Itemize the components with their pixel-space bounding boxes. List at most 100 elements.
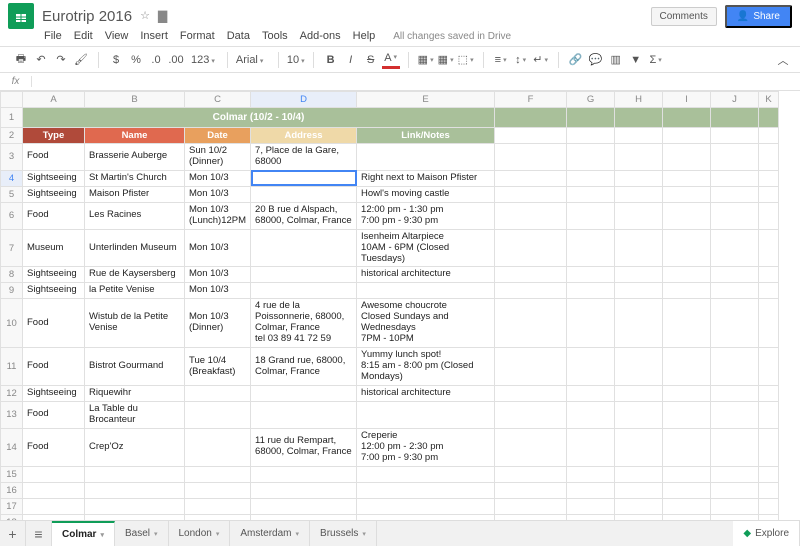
- row-header[interactable]: 10: [1, 299, 23, 348]
- cell[interactable]: [567, 128, 615, 144]
- cell[interactable]: Mon 10/3 (Lunch)12PM: [185, 202, 251, 229]
- cell[interactable]: [711, 348, 759, 386]
- cell[interactable]: Wistub de la Petite Venise: [85, 299, 185, 348]
- dec-inc-button[interactable]: .00: [167, 51, 185, 69]
- star-icon[interactable]: ☆: [140, 9, 150, 23]
- cell[interactable]: [663, 202, 711, 229]
- row-header[interactable]: 8: [1, 267, 23, 283]
- cell[interactable]: [711, 482, 759, 498]
- italic-button[interactable]: I: [342, 51, 360, 69]
- cell[interactable]: [711, 267, 759, 283]
- cell[interactable]: [185, 482, 251, 498]
- cell[interactable]: Mon 10/3: [185, 229, 251, 267]
- sheet-tab-london[interactable]: London▾: [169, 521, 231, 546]
- functions-icon[interactable]: Σ: [647, 51, 665, 69]
- cell[interactable]: [23, 498, 85, 514]
- cell[interactable]: [251, 498, 357, 514]
- cell[interactable]: [759, 482, 779, 498]
- wrap-icon[interactable]: ↵: [532, 51, 550, 69]
- row-header[interactable]: 12: [1, 385, 23, 401]
- cell[interactable]: Museum: [23, 229, 85, 267]
- cell[interactable]: [615, 202, 663, 229]
- cell[interactable]: [759, 128, 779, 144]
- cell[interactable]: St Martin's Church: [85, 170, 185, 186]
- row-header[interactable]: 5: [1, 186, 23, 202]
- menu-file[interactable]: File: [44, 30, 62, 42]
- folder-icon[interactable]: ▇: [158, 9, 167, 23]
- cell[interactable]: [711, 128, 759, 144]
- cell[interactable]: [185, 466, 251, 482]
- menu-data[interactable]: Data: [227, 30, 250, 42]
- cell[interactable]: [711, 428, 759, 466]
- cell[interactable]: [759, 267, 779, 283]
- cell[interactable]: [759, 348, 779, 386]
- cell[interactable]: [567, 482, 615, 498]
- sheet-tab-colmar[interactable]: Colmar▾: [52, 521, 115, 546]
- cell[interactable]: [495, 482, 567, 498]
- cell[interactable]: Link/Notes: [357, 128, 495, 144]
- cell[interactable]: [663, 108, 711, 128]
- cell[interactable]: [615, 348, 663, 386]
- cell[interactable]: [615, 299, 663, 348]
- cell[interactable]: [615, 128, 663, 144]
- strike-button[interactable]: S: [362, 51, 380, 69]
- cell[interactable]: Bistrot Gourmand: [85, 348, 185, 386]
- cell[interactable]: [85, 466, 185, 482]
- cell[interactable]: [663, 299, 711, 348]
- cell[interactable]: Date: [185, 128, 251, 144]
- cell[interactable]: [567, 144, 615, 171]
- undo-icon[interactable]: ↶: [32, 51, 50, 69]
- chart-icon[interactable]: ▥: [607, 51, 625, 69]
- cell[interactable]: [567, 428, 615, 466]
- cell[interactable]: 20 B rue d Alspach, 68000, Colmar, Franc…: [251, 202, 357, 229]
- cell[interactable]: [357, 466, 495, 482]
- sheet-tab-brussels[interactable]: Brussels▾: [310, 521, 377, 546]
- cell[interactable]: Sightseeing: [23, 267, 85, 283]
- cell[interactable]: [495, 428, 567, 466]
- col-header-J[interactable]: J: [711, 92, 759, 108]
- cell[interactable]: [759, 498, 779, 514]
- cell[interactable]: [567, 267, 615, 283]
- cell[interactable]: [615, 385, 663, 401]
- cell[interactable]: [759, 283, 779, 299]
- cell[interactable]: [567, 108, 615, 128]
- cell[interactable]: Sightseeing: [23, 186, 85, 202]
- cell[interactable]: [85, 482, 185, 498]
- col-header-G[interactable]: G: [567, 92, 615, 108]
- cell[interactable]: Food: [23, 144, 85, 171]
- cell[interactable]: [495, 283, 567, 299]
- row-header[interactable]: 11: [1, 348, 23, 386]
- cell[interactable]: Howl's moving castle: [357, 186, 495, 202]
- comments-button[interactable]: Comments: [651, 7, 717, 26]
- cell[interactable]: [251, 283, 357, 299]
- cell[interactable]: [185, 385, 251, 401]
- cell[interactable]: [251, 186, 357, 202]
- cell[interactable]: 4 rue de la Poissonnerie, 68000, Colmar,…: [251, 299, 357, 348]
- cell[interactable]: [495, 401, 567, 428]
- cell[interactable]: 18 Grand rue, 68000, Colmar, France: [251, 348, 357, 386]
- cell[interactable]: Mon 10/3: [185, 170, 251, 186]
- cell[interactable]: [567, 283, 615, 299]
- cell[interactable]: [615, 401, 663, 428]
- cell[interactable]: [495, 186, 567, 202]
- cell[interactable]: [663, 466, 711, 482]
- cell[interactable]: [495, 348, 567, 386]
- menu-view[interactable]: View: [105, 30, 129, 42]
- cell[interactable]: Address: [251, 128, 357, 144]
- cell[interactable]: [711, 401, 759, 428]
- cell[interactable]: [567, 170, 615, 186]
- cell[interactable]: [615, 428, 663, 466]
- comment-icon[interactable]: 💬: [587, 51, 605, 69]
- col-header-B[interactable]: B: [85, 92, 185, 108]
- cell[interactable]: Food: [23, 348, 85, 386]
- cell[interactable]: [663, 128, 711, 144]
- cell[interactable]: [357, 498, 495, 514]
- cell[interactable]: [663, 385, 711, 401]
- cell[interactable]: [567, 385, 615, 401]
- cell[interactable]: Right next to Maison Pfister: [357, 170, 495, 186]
- dec-dec-button[interactable]: .0: [147, 51, 165, 69]
- spreadsheet-grid[interactable]: ABCDEFGHIJK 1Colmar (10/2 - 10/4)2TypeNa…: [0, 91, 779, 523]
- cell[interactable]: La Table du Brocanteur: [85, 401, 185, 428]
- cell[interactable]: [567, 299, 615, 348]
- cell[interactable]: [567, 348, 615, 386]
